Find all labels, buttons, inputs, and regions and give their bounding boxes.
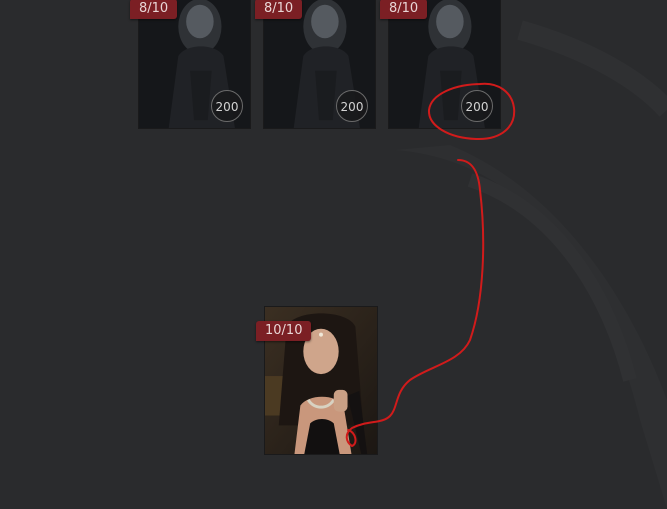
- card-rank-badge: 8/10: [380, 0, 428, 19]
- card-cost-badge: 200: [211, 90, 243, 122]
- card-2[interactable]: 8/10 200: [255, 0, 376, 129]
- card-rank-badge: 8/10: [255, 0, 303, 19]
- featured-card[interactable]: 10/10: [256, 306, 378, 455]
- card-3[interactable]: 8/10 200: [380, 0, 501, 129]
- card-rank-badge: 8/10: [130, 0, 178, 19]
- card-cost-badge: 200: [336, 90, 368, 122]
- card-cost-badge: 200: [461, 90, 493, 122]
- card-1[interactable]: 8/10 200: [130, 0, 251, 129]
- featured-card-rank-badge: 10/10: [256, 321, 312, 341]
